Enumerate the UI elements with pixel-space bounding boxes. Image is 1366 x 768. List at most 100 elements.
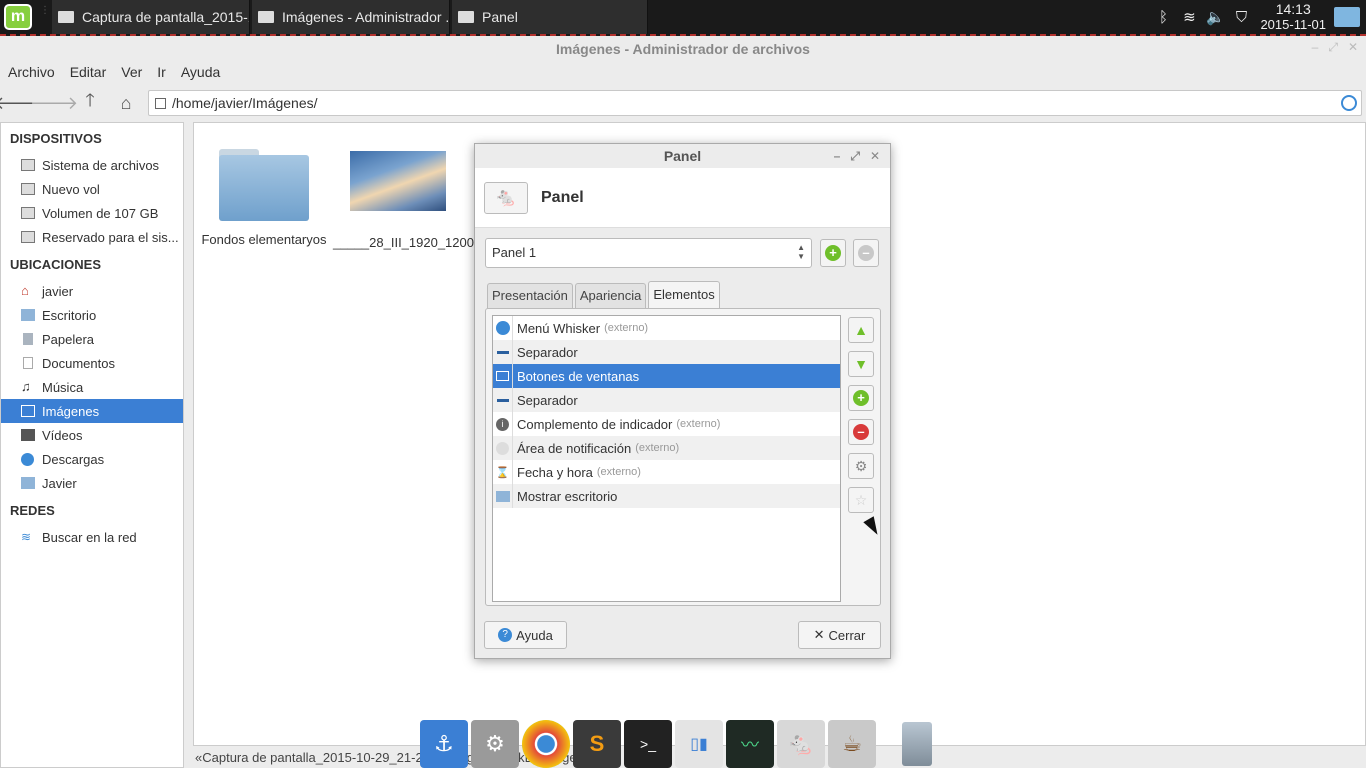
taskbar-item-file-manager[interactable]: Imágenes - Administrador ... [252,0,450,34]
installer-icon[interactable]: ⚙ [471,720,519,768]
menu-ayuda[interactable]: Ayuda [181,64,220,80]
sidebar-item-escritorio[interactable]: Escritorio [1,303,183,327]
panel-select[interactable]: Panel 1 ▲ ▼ [485,238,812,268]
taskbar-item-screenshot[interactable]: Captura de pantalla_2015-1... [52,0,250,34]
item-label: Área de notificación [517,440,632,456]
taskbar-item-panel[interactable]: Panel [452,0,648,34]
sidebar-item-descargas[interactable]: Descargas [1,447,183,471]
xfce-mouse-icon[interactable]: 🐁 [777,720,825,768]
sidebar-item-label: Descargas [42,451,105,467]
folder-icon [155,97,166,109]
trash-icon[interactable] [893,720,941,768]
wifi-icon[interactable]: ≋ [1178,6,1200,28]
music-icon: ♫ [21,379,31,394]
item-ext: (externo) [604,322,649,334]
add-item-button[interactable]: + [848,385,874,411]
list-item[interactable]: Área de notificación (externo) [493,436,840,460]
show-desktop-icon[interactable] [1334,7,1360,27]
trash-icon [23,333,33,345]
sublime-text-icon[interactable]: S [573,720,621,768]
sidebar-item-home[interactable]: ⌂ javier [1,279,183,303]
add-icon: + [825,245,841,261]
separator-icon [493,340,513,364]
panel-select-value: Panel 1 [492,245,537,260]
help-button[interactable]: ? Ayuda [484,621,567,649]
clock-date: 2015-11-01 [1260,17,1326,32]
close-icon[interactable]: ✕ [1348,40,1358,54]
list-item[interactable]: Separador [493,388,840,412]
add-panel-button[interactable]: + [820,239,846,267]
terminal-icon[interactable]: >_ [624,720,672,768]
list-item[interactable]: Botones de ventanas [493,364,840,388]
download-icon [21,452,34,466]
mint-menu-button[interactable]: m [0,0,36,35]
item-label: Separador [517,344,578,360]
dialog-window-controls: – ⤢ ✕ [824,144,880,168]
minimize-icon[interactable]: – [1312,40,1319,54]
menu-editar[interactable]: Editar [70,64,107,80]
sidebar-item-label: Documentos [42,355,115,371]
bluetooth-icon[interactable]: ᛒ [1152,6,1174,28]
taskbar-item-label: Captura de pantalla_2015-1... [82,9,250,25]
tab-apariencia[interactable]: Apariencia [574,283,647,309]
close-button-label: Cerrar [828,627,866,643]
reload-icon[interactable] [1341,95,1357,111]
window-buttons-icon [493,364,513,388]
sidebar-item-documentos[interactable]: Documentos [1,351,183,375]
sidebar-item-musica[interactable]: ♫ Música [1,375,183,399]
dock: ⚓ ⚙ S >_ ▯▮ 〰 🐁 ☕ [420,708,944,768]
sidebar-header-network: REDES [10,503,55,518]
tab-elementos[interactable]: Elementos [648,281,720,309]
maximize-icon[interactable]: ⤢ [1328,40,1338,54]
home-icon[interactable]: ⌂ [108,89,144,117]
list-item[interactable]: Separador [493,340,840,364]
list-item[interactable]: i Complemento de indicador (externo) [493,412,840,436]
list-item[interactable]: ⌛ Fecha y hora (externo) [493,460,840,484]
menu-archivo[interactable]: Archivo [8,64,55,80]
sidebar-item-papelera[interactable]: Papelera [1,327,183,351]
maximize-icon[interactable]: ⤢ [850,149,860,163]
pane-splitter[interactable] [185,122,193,768]
move-down-button[interactable]: ▼ [848,351,874,377]
settings-switch-icon[interactable]: ▯▮ [675,720,723,768]
taskbar-item-label: Imágenes - Administrador ... [282,9,450,25]
coffee-icon[interactable]: ☕ [828,720,876,768]
close-button[interactable]: ✕ Cerrar [798,621,881,649]
up-icon[interactable]: 🡑 [72,89,108,117]
tab-presentacion[interactable]: Presentación [487,283,573,309]
minimize-icon[interactable]: – [834,149,841,163]
sidebar-item-imagenes[interactable]: Imágenes [1,399,183,423]
move-up-button[interactable]: ▲ [848,317,874,343]
clock[interactable]: 14:13 2015-11-01 [1260,2,1326,33]
folder-icon [21,477,35,489]
menu-ver[interactable]: Ver [121,64,142,80]
sidebar-item-filesystem[interactable]: Sistema de archivos [1,153,183,177]
list-item[interactable]: Menú Whisker (externo) [493,316,840,340]
menu-ir[interactable]: Ir [157,64,166,80]
system-monitor-icon[interactable]: 〰 [726,720,774,768]
list-item[interactable]: Mostrar escritorio [493,484,840,508]
sidebar-item-nuevo-vol[interactable]: Nuevo vol [1,177,183,201]
sidebar-item-volume-107[interactable]: Volumen de 107 GB [1,201,183,225]
sidebar-item-reserved[interactable]: Reservado para el sis... [1,225,183,249]
volume-icon[interactable]: 🔈 [1204,6,1226,28]
chrome-icon[interactable] [522,720,570,768]
sidebar-item-network[interactable]: ≋ Buscar en la red [1,525,183,549]
sidebar-item-javier-folder[interactable]: Javier [1,471,183,495]
file-item-folder[interactable]: Fondos elementaryos [199,149,329,249]
item-settings-button[interactable]: ⚙ [848,453,874,479]
forward-icon[interactable]: 🡒 [30,89,78,117]
folder-icon [258,11,274,23]
location-bar[interactable]: /home/javier/Imágenes/ [148,90,1362,116]
remove-item-button[interactable]: – [848,419,874,445]
sidebar-item-videos[interactable]: Vídeos [1,423,183,447]
shield-icon[interactable]: ⛉ [1230,6,1252,28]
anchor-dock-icon[interactable]: ⚓ [420,720,468,768]
remove-icon: – [853,424,869,440]
item-label: Fecha y hora [517,464,593,480]
sidebar-item-label: Escritorio [42,307,97,323]
file-item-image[interactable]: _____28_III_1920_1200.jpg [333,151,495,252]
close-icon[interactable]: ✕ [870,149,880,163]
item-about-button[interactable]: ☆ [848,487,874,513]
remove-panel-button[interactable]: – [853,239,879,267]
